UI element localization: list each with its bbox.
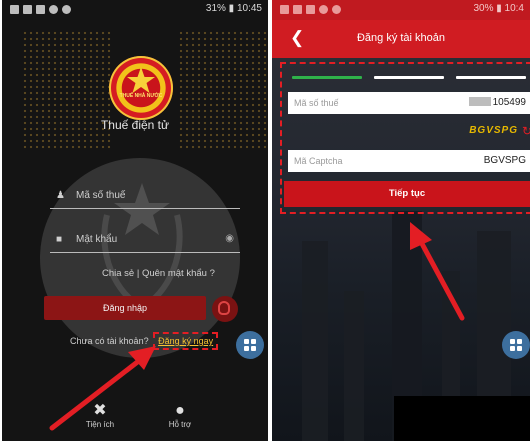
annotation-arrows <box>49 222 465 431</box>
arrow-to-continue-button <box>410 222 465 321</box>
arrow-to-register-link <box>49 346 156 431</box>
